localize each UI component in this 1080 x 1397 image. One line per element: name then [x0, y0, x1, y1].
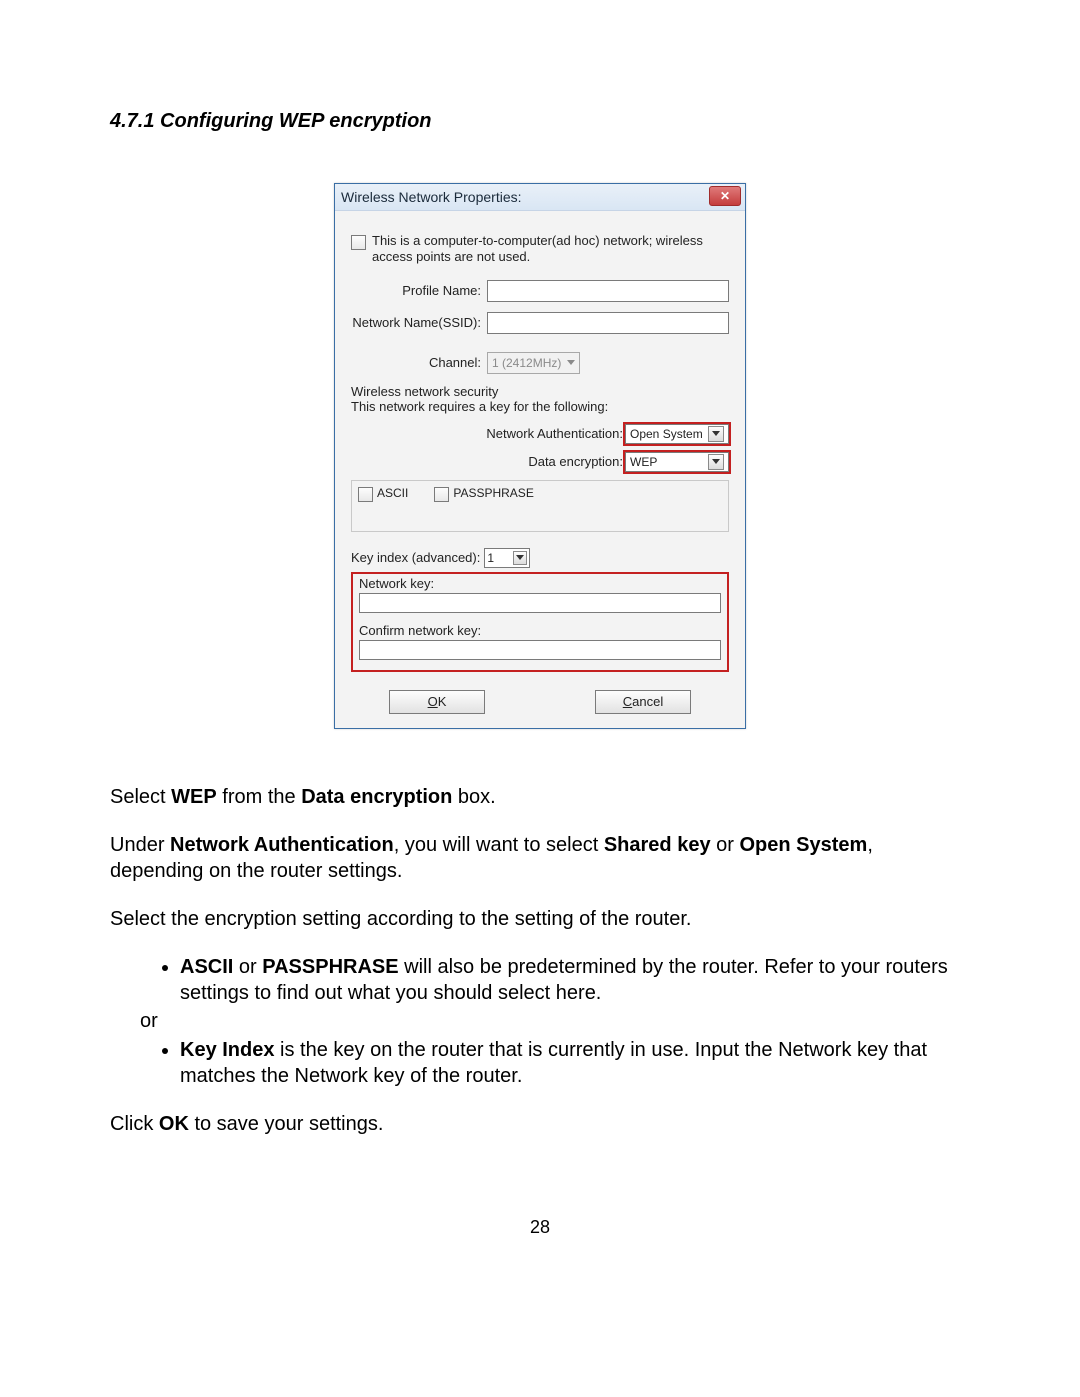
ascii-label: ASCII	[377, 486, 408, 500]
auth-label: Network Authentication:	[486, 426, 623, 441]
bullet-keyindex: Key Index is the key on the router that …	[180, 1037, 970, 1089]
dialog-title: Wireless Network Properties:	[341, 189, 522, 205]
confirm-key-input[interactable]	[359, 640, 721, 660]
section-title: 4.7.1 Configuring WEP encryption	[110, 110, 970, 133]
encryption-select[interactable]: WEP	[625, 452, 729, 472]
auth-value: Open System	[630, 427, 703, 441]
or-text: or	[110, 1010, 970, 1033]
passphrase-label: PASSPHRASE	[453, 486, 533, 500]
profile-name-input[interactable]	[487, 280, 729, 302]
close-icon: ✕	[720, 190, 730, 202]
ok-rest: K	[438, 694, 447, 709]
channel-value: 1 (2412MHz)	[492, 356, 561, 370]
keyindex-value: 1	[487, 551, 494, 565]
cancel-button[interactable]: Cancel	[595, 690, 691, 714]
ok-button[interactable]: OK	[389, 690, 485, 714]
ascii-passphrase-group: ASCII PASSPHRASE	[351, 480, 729, 532]
instruction-p3: Select the encryption setting according …	[110, 906, 970, 932]
chevron-down-icon	[708, 454, 724, 470]
chevron-down-icon	[567, 360, 575, 365]
cancel-rest: ancel	[632, 694, 663, 709]
profile-name-label: Profile Name:	[351, 283, 487, 298]
cancel-underline: C	[623, 694, 632, 709]
channel-select: 1 (2412MHz)	[487, 352, 580, 374]
wireless-properties-dialog: Wireless Network Properties: ✕ This is a…	[334, 183, 746, 729]
network-key-group: Network key: Confirm network key:	[351, 572, 729, 672]
instruction-p1: Select WEP from the Data encryption box.	[110, 784, 970, 810]
instruction-p4: Click OK to save your settings.	[110, 1111, 970, 1137]
ssid-label: Network Name(SSID):	[351, 315, 487, 330]
passphrase-checkbox[interactable]	[434, 487, 449, 502]
network-key-input[interactable]	[359, 593, 721, 613]
network-key-label: Network key:	[359, 576, 721, 591]
chevron-down-icon	[513, 551, 527, 565]
dialog-titlebar: Wireless Network Properties: ✕	[335, 184, 745, 211]
security-desc: This network requires a key for the foll…	[351, 399, 729, 414]
bullet-ascii: ASCII or PASSPHRASE will also be predete…	[180, 954, 970, 1006]
enc-value: WEP	[630, 455, 657, 469]
confirm-key-label: Confirm network key:	[359, 623, 721, 638]
ascii-checkbox[interactable]	[358, 487, 373, 502]
enc-label: Data encryption:	[528, 454, 623, 469]
channel-label: Channel:	[351, 355, 487, 370]
keyindex-label: Key index (advanced):	[351, 550, 480, 565]
adhoc-checkbox[interactable]	[351, 235, 366, 250]
close-button[interactable]: ✕	[709, 186, 741, 206]
keyindex-select[interactable]: 1	[484, 548, 530, 568]
ssid-input[interactable]	[487, 312, 729, 334]
instruction-p2: Under Network Authentication, you will w…	[110, 832, 970, 884]
adhoc-label: This is a computer-to-computer(ad hoc) n…	[372, 233, 729, 266]
ok-underline: O	[428, 694, 438, 709]
chevron-down-icon	[708, 426, 724, 442]
page-number: 28	[110, 1217, 970, 1238]
auth-select[interactable]: Open System	[625, 424, 729, 444]
security-header: Wireless network security	[351, 384, 729, 399]
dialog-screenshot: Wireless Network Properties: ✕ This is a…	[110, 183, 970, 729]
